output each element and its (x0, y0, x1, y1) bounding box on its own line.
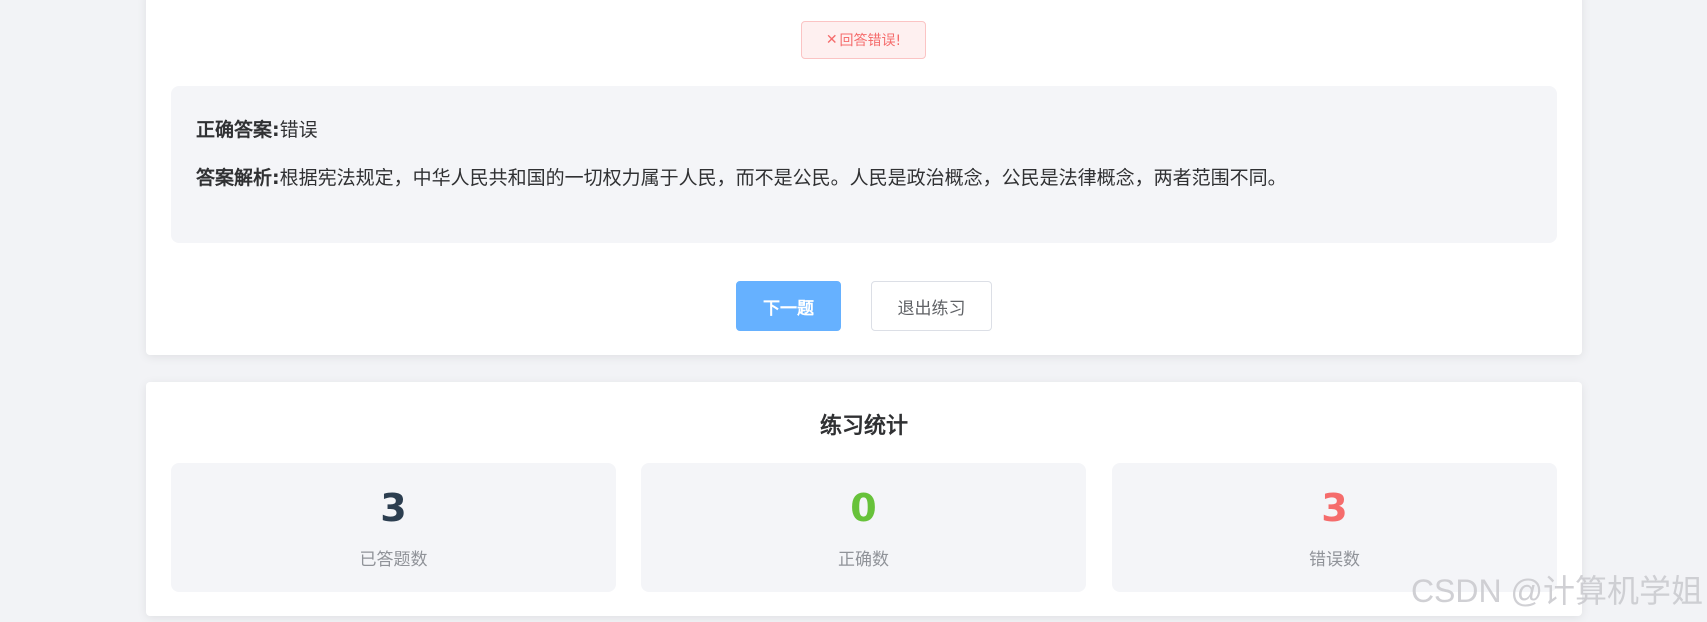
watermark: CSDN @计算机学姐 (1410, 573, 1703, 609)
stat-answered-label: 已答题数 (359, 550, 428, 570)
stats-title: 练习统计 (819, 414, 908, 439)
stat-correct-value: 0 (850, 486, 877, 530)
answer-analysis-text: 根据宪法规定，中华人民共和国的一切权力属于人民，而不是公民。人民是政治概念，公民… (279, 167, 1287, 189)
question-result-card: ✕ 回答错误! 正确答案:错误 答案解析:根据宪法规定，中华人民共和国的一切权力… (146, 0, 1582, 355)
stat-wrong-value: 3 (1321, 486, 1348, 530)
stat-answered-value: 3 (380, 486, 407, 530)
exit-practice-button[interactable]: 退出练习 (871, 281, 992, 331)
practice-stats-card: 练习统计 3 已答题数 0 正确数 3 错误数 (146, 382, 1582, 616)
result-message: 回答错误! (839, 33, 902, 49)
answer-analysis-label: 答案解析: (196, 167, 280, 189)
correct-answer-value: 错误 (279, 119, 318, 141)
answer-analysis-row: 答案解析:根据宪法规定，中华人民共和国的一切权力属于人民，而不是公民。人民是政治… (196, 166, 1287, 190)
correct-answer-label: 正确答案: (196, 119, 280, 141)
correct-answer-row: 正确答案:错误 (196, 118, 318, 142)
stat-correct-label: 正确数 (838, 550, 889, 570)
page: ✕ 回答错误! 正确答案:错误 答案解析:根据宪法规定，中华人民共和国的一切权力… (0, 0, 1707, 622)
close-icon: ✕ (825, 32, 838, 48)
stat-answered: 3 已答题数 (171, 463, 616, 592)
next-question-button[interactable]: 下一题 (736, 281, 841, 331)
answer-panel: 正确答案:错误 答案解析:根据宪法规定，中华人民共和国的一切权力属于人民，而不是… (171, 86, 1557, 243)
result-alert: ✕ 回答错误! (801, 21, 926, 59)
stat-correct: 0 正确数 (641, 463, 1086, 592)
